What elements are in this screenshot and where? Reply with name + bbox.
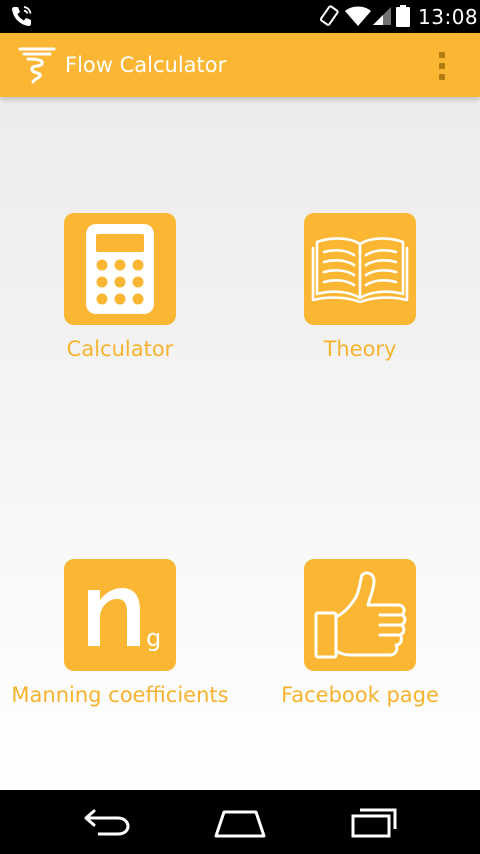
manning-tile-box[interactable]: g — [64, 559, 176, 671]
calculator-icon — [86, 224, 154, 314]
theory-label[interactable]: Theory — [324, 337, 397, 361]
facebook-page-label[interactable]: Facebook page — [281, 683, 439, 707]
thumbs-up-icon — [314, 571, 407, 659]
calculator-tile-box[interactable] — [64, 213, 176, 325]
manning-n-icon: g — [88, 588, 161, 652]
action-bar: Flow Calculator — [0, 33, 480, 97]
status-clock: 13:08 — [418, 5, 479, 29]
battery-icon — [396, 5, 410, 31]
theory-tile-box[interactable] — [304, 213, 416, 325]
calculator-label[interactable]: Calculator — [67, 337, 174, 361]
recent-apps-icon[interactable] — [350, 808, 398, 842]
screen-rotate-icon — [318, 5, 340, 31]
home-icon[interactable] — [214, 808, 266, 842]
facebook-tile-box[interactable] — [304, 559, 416, 671]
open-book-icon — [311, 237, 409, 304]
status-bar: 13:08 — [0, 0, 480, 33]
overflow-menu-icon[interactable] — [432, 49, 452, 83]
phone-call-icon — [10, 5, 34, 31]
wifi-icon — [344, 5, 372, 31]
back-icon[interactable] — [82, 808, 132, 842]
calculator-tile[interactable]: Calculator — [0, 213, 240, 361]
signal-icon — [372, 6, 392, 30]
tornado-logo-icon[interactable] — [16, 43, 58, 89]
main-content: Calculator Theory g Manning coefficients… — [0, 97, 480, 790]
manning-coefficients-label[interactable]: Manning coefficients — [11, 683, 228, 707]
app-title: Flow Calculator — [65, 53, 227, 77]
svg-text:g: g — [146, 624, 161, 652]
manning-coefficients-tile[interactable]: g Manning coefficients — [0, 559, 240, 707]
navigation-bar — [0, 790, 480, 854]
facebook-page-tile[interactable]: Facebook page — [240, 559, 480, 707]
theory-tile[interactable]: Theory — [240, 213, 480, 361]
